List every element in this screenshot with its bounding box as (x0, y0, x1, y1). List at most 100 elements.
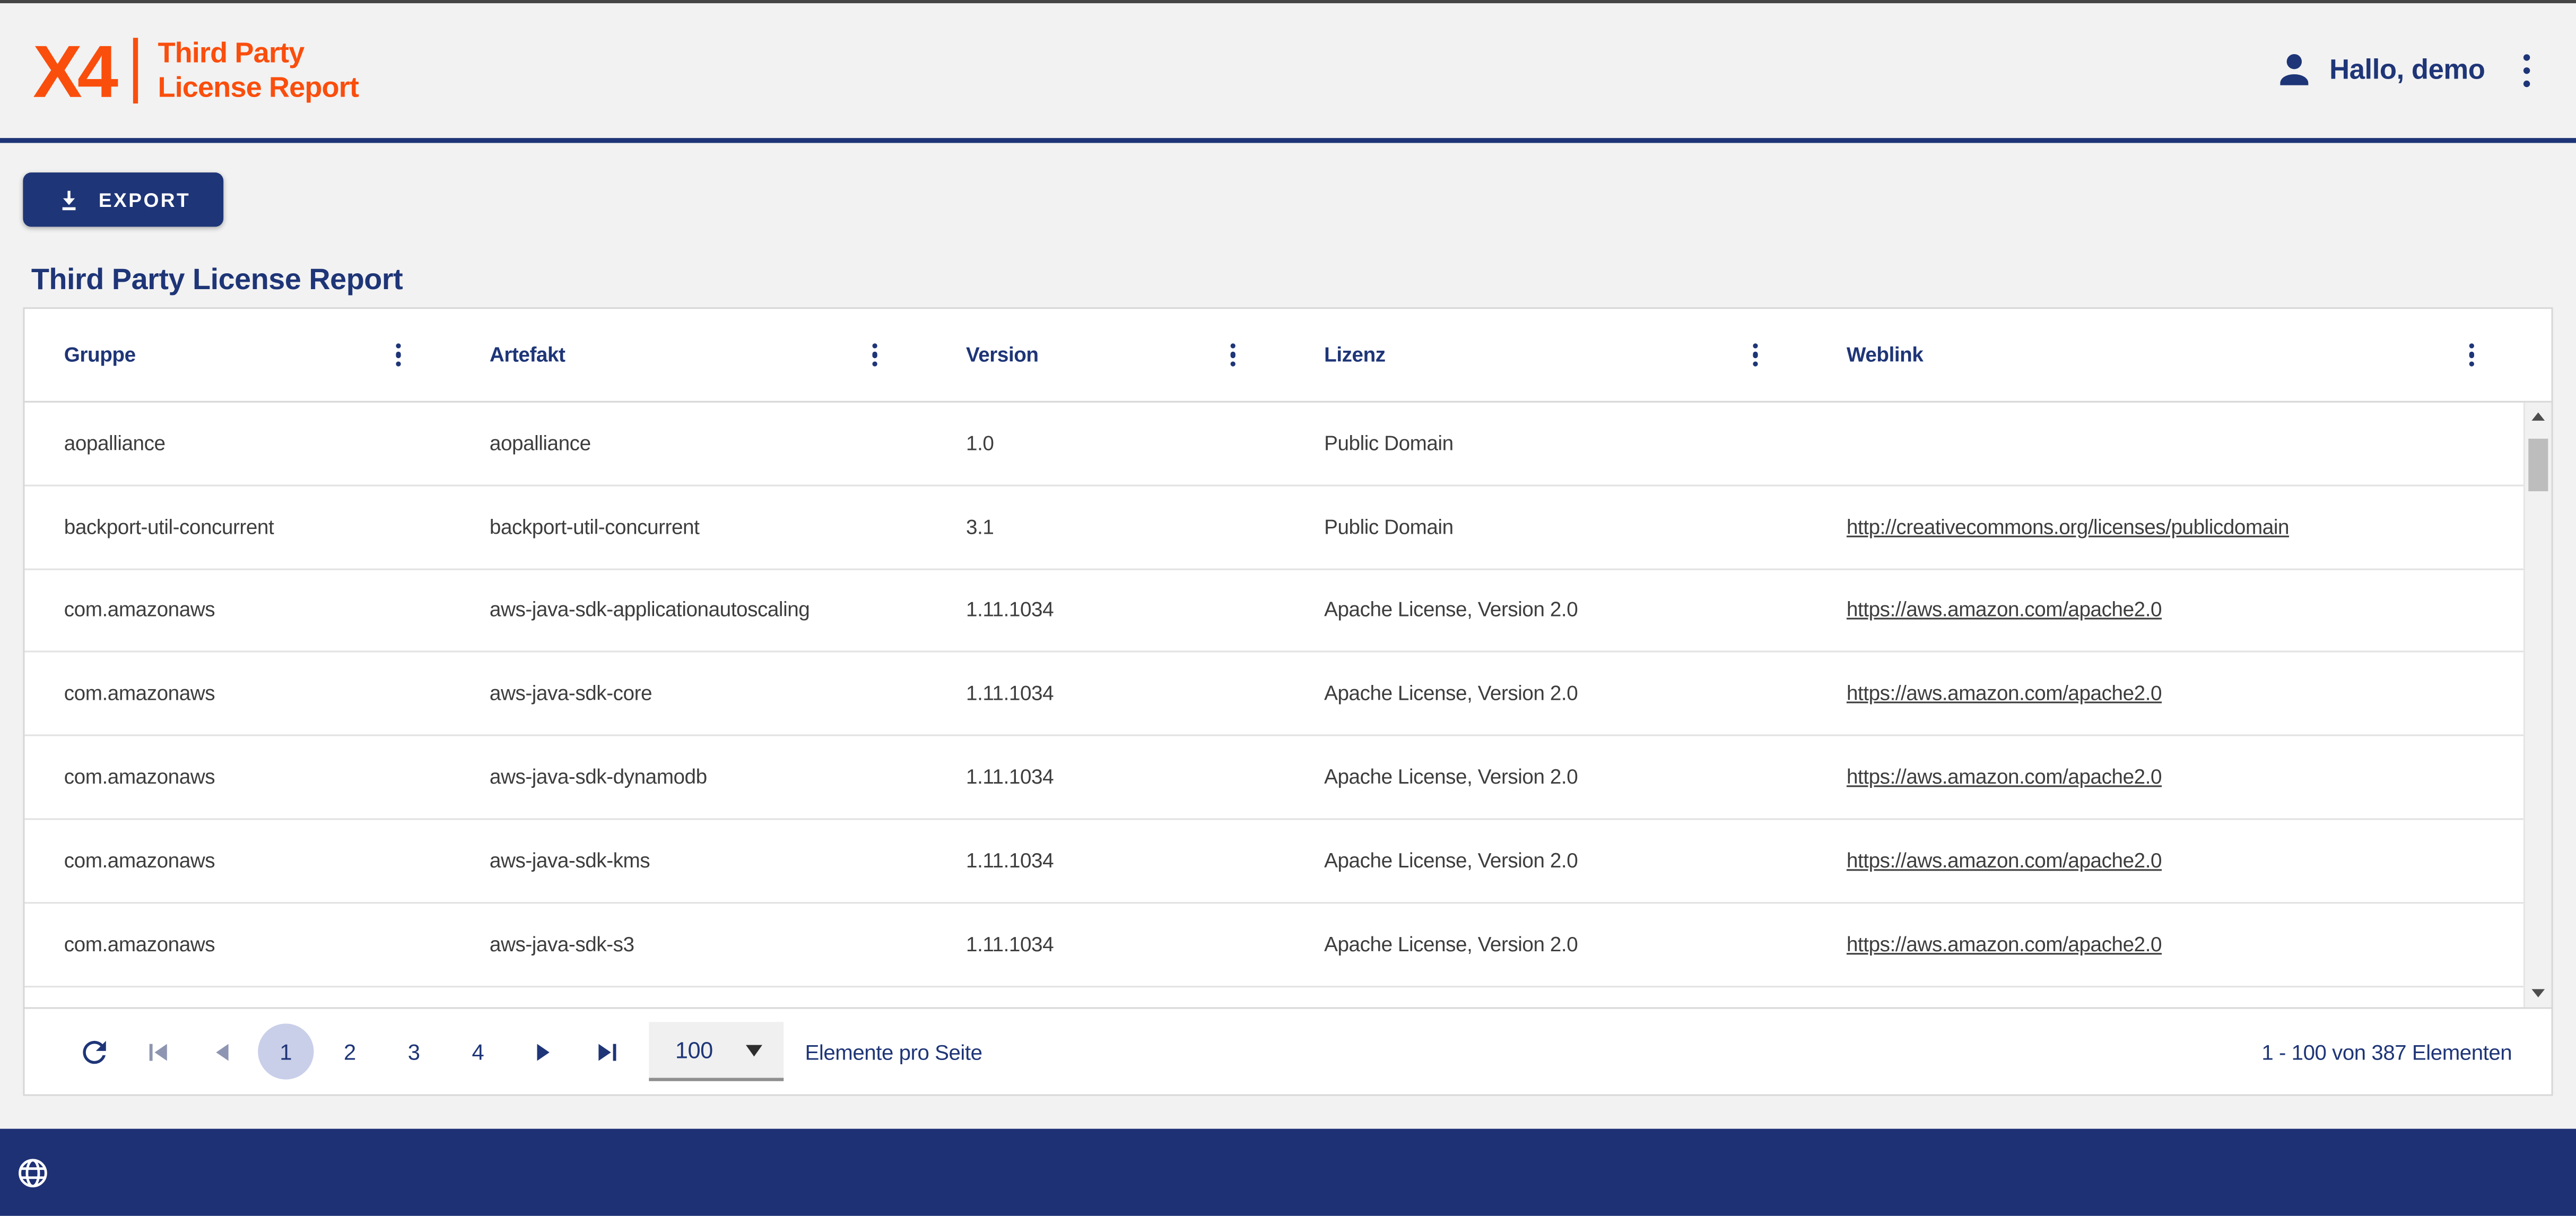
page-size-value: 100 (675, 1037, 713, 1063)
cell-lizenz: Apache License, Version 2.0 (1285, 569, 1807, 651)
page-title: Third Party License Report (31, 263, 2543, 298)
column-header-artefakt: Artefakt (450, 309, 927, 401)
table-body: aopalliance aopalliance 1.0 Public Domai… (24, 403, 2523, 1007)
cell-artefakt: aws-java-sdk-core (450, 653, 927, 735)
range-label: 1 - 100 von 387 Elementen (2261, 1039, 2512, 1064)
cell-lizenz: Public Domain (1285, 403, 1807, 484)
weblink[interactable]: https://aws.amazon.com/apache2.0 (1847, 933, 2162, 956)
page-button-1[interactable]: 1 (258, 1023, 314, 1079)
cell-version: 3.1 (927, 486, 1285, 568)
export-button[interactable]: EXPORT (23, 172, 223, 227)
table-row: com.amazonaws aws-java-sdk-core 1.11.103… (24, 653, 2523, 736)
x4-logo: X4 (33, 33, 114, 107)
user-menu-icon[interactable] (2513, 48, 2540, 94)
scroll-down-icon[interactable] (2531, 989, 2545, 997)
column-header-lizenz: Lizenz (1285, 309, 1807, 401)
column-header-version: Version (927, 309, 1285, 401)
cell-artefakt: backport-util-concurrent (450, 486, 927, 568)
cell-gruppe: com.amazonaws (24, 569, 450, 651)
cell-artefakt: aws-java-sdk-kms (450, 820, 927, 901)
main-content: EXPORT Third Party License Report Gruppe… (0, 172, 2576, 1096)
cell-gruppe: com.amazonaws (24, 820, 450, 901)
cell-weblink: https://aws.amazon.com/apache2.0 (1807, 569, 2523, 651)
scroll-up-icon[interactable] (2531, 412, 2545, 420)
next-page-icon (527, 1036, 558, 1067)
previous-page-button[interactable] (194, 1023, 249, 1079)
column-menu-icon[interactable] (1220, 336, 1245, 374)
cell-lizenz: Apache License, Version 2.0 (1285, 736, 1807, 818)
chevron-down-icon (746, 1044, 762, 1056)
brand-divider (133, 38, 138, 103)
first-page-icon (142, 1036, 173, 1067)
column-menu-icon[interactable] (386, 336, 411, 374)
column-header-weblink: Weblink (1807, 309, 2523, 401)
download-icon (56, 187, 82, 213)
table-row: aopalliance aopalliance 1.0 Public Domai… (24, 403, 2523, 486)
page-button-4[interactable]: 4 (450, 1023, 506, 1079)
last-page-button[interactable] (578, 1023, 634, 1079)
last-page-icon (590, 1036, 622, 1067)
cell-artefakt: aws-java-sdk-s3 (450, 904, 927, 985)
app-footer (0, 1129, 2576, 1216)
page-button-3[interactable]: 3 (386, 1023, 442, 1079)
column-label: Gruppe (64, 343, 136, 366)
table-row: com.amazonaws aws-java-sdk-dynamodb 1.11… (24, 736, 2523, 820)
weblink[interactable]: http://creativecommons.org/licenses/publ… (1847, 515, 2289, 538)
cell-version: 1.11.1034 (927, 653, 1285, 735)
weblink[interactable]: https://aws.amazon.com/apache2.0 (1847, 682, 2162, 705)
cell-artefakt: aopalliance (450, 403, 927, 484)
scrollbar-thumb[interactable] (2528, 439, 2548, 491)
cell-gruppe: com.amazonaws (24, 904, 450, 985)
column-menu-icon[interactable] (2459, 336, 2484, 374)
app-title-line2: License Report (158, 71, 359, 105)
cell-version: 1.11.1034 (927, 736, 1285, 818)
app-header: X4 Third Party License Report Hallo, dem… (0, 3, 2576, 143)
cell-weblink: http://creativecommons.org/licenses/publ… (1807, 486, 2523, 568)
table-row: com.amazonaws aws-java-sdk-applicationau… (24, 569, 2523, 653)
cell-lizenz: Apache License, Version 2.0 (1285, 904, 1807, 985)
cell-version: 1.11.1034 (927, 904, 1285, 985)
page-size-select[interactable]: 100 (649, 1022, 784, 1081)
refresh-icon (76, 1035, 111, 1069)
cell-weblink: https://aws.amazon.com/apache2.0 (1807, 904, 2523, 985)
column-menu-icon[interactable] (1743, 336, 1768, 374)
cell-version: 1.11.1034 (927, 569, 1285, 651)
weblink[interactable]: https://aws.amazon.com/apache2.0 (1847, 849, 2162, 872)
column-label: Version (966, 343, 1039, 366)
pager-controls: 1 2 3 4 (66, 1023, 634, 1079)
items-per-page-label: Elemente pro Seite (805, 1039, 982, 1064)
column-label: Weblink (1847, 343, 1923, 366)
pagination-bar: 1 2 3 4 (24, 1007, 2551, 1094)
next-page-button[interactable] (514, 1023, 570, 1079)
export-label: EXPORT (99, 188, 190, 211)
cell-weblink: https://aws.amazon.com/apache2.0 (1807, 820, 2523, 901)
column-menu-icon[interactable] (862, 336, 887, 374)
user-icon (2274, 50, 2314, 91)
brand: X4 Third Party License Report (33, 33, 359, 107)
column-label: Artefakt (490, 343, 565, 366)
first-page-button[interactable] (130, 1023, 186, 1079)
app-title-line1: Third Party (158, 36, 359, 71)
cell-weblink: https://aws.amazon.com/apache2.0 (1807, 653, 2523, 735)
language-globe-icon[interactable] (15, 1154, 51, 1191)
screen: X4 Third Party License Report Hallo, dem… (0, 0, 2576, 1213)
cell-weblink: https://aws.amazon.com/apache2.0 (1807, 736, 2523, 818)
user-area: Hallo, demo (2274, 48, 2540, 94)
weblink[interactable]: https://aws.amazon.com/apache2.0 (1847, 599, 2162, 622)
vertical-scrollbar[interactable] (2523, 403, 2552, 1007)
cell-gruppe: backport-util-concurrent (24, 486, 450, 568)
table-header-row: Gruppe Artefakt Version Lizenz Weblink (24, 309, 2551, 403)
table-row: backport-util-concurrent backport-util-c… (24, 486, 2523, 569)
cell-version: 1.11.1034 (927, 820, 1285, 901)
cell-lizenz: Apache License, Version 2.0 (1285, 653, 1807, 735)
previous-page-icon (206, 1036, 238, 1067)
refresh-button[interactable] (66, 1023, 121, 1079)
page-button-2[interactable]: 2 (322, 1023, 378, 1079)
cell-artefakt: aws-java-sdk-dynamodb (450, 736, 927, 818)
column-header-gruppe: Gruppe (24, 309, 450, 401)
cell-lizenz: Apache License, Version 2.0 (1285, 820, 1807, 901)
user-greeting: Hallo, demo (2329, 54, 2485, 87)
cell-version: 1.0 (927, 403, 1285, 484)
app-title: Third Party License Report (158, 36, 359, 105)
weblink[interactable]: https://aws.amazon.com/apache2.0 (1847, 766, 2162, 788)
